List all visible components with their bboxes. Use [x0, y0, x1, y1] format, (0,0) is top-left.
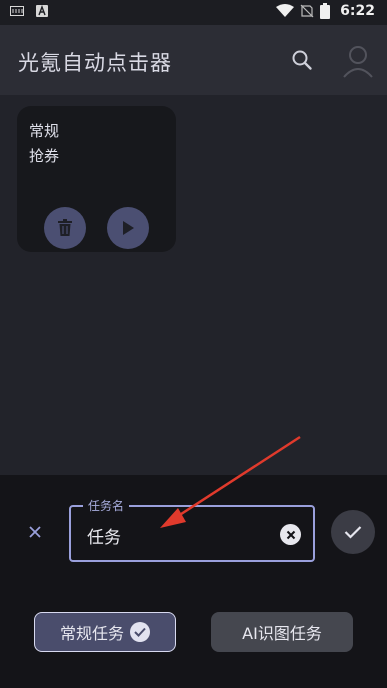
close-icon [29, 526, 41, 538]
app-title: 光氪自动点击器 [18, 51, 172, 75]
check-icon [344, 526, 362, 539]
task-card[interactable]: 常规 抢券 [17, 106, 176, 252]
normal-task-option[interactable]: 常规任务 [34, 612, 176, 652]
trash-icon [58, 219, 72, 236]
no-sim-icon [300, 4, 314, 18]
a-notification-icon [36, 5, 48, 17]
ai-task-label: AI识图任务 [242, 624, 322, 643]
task-card-type: 常规 [29, 122, 60, 140]
clear-icon [286, 530, 295, 539]
app-bar: 光氪自动点击器 [0, 25, 387, 95]
clear-input-button[interactable] [280, 524, 301, 545]
clock: 6:22 [340, 3, 375, 19]
search-icon[interactable] [291, 49, 313, 71]
wifi-icon [276, 4, 295, 17]
task-name-field[interactable]: 任务名 [69, 497, 315, 562]
normal-task-label: 常规任务 [59, 624, 124, 643]
task-name-input[interactable] [87, 525, 267, 545]
battery-icon [320, 3, 331, 19]
ai-recognition-task-option[interactable]: AI识图任务 [211, 612, 353, 652]
run-task-button[interactable] [107, 207, 149, 249]
play-icon [123, 221, 134, 235]
close-editor-button[interactable] [24, 521, 46, 543]
delete-task-button[interactable] [44, 207, 86, 249]
task-name-label: 任务名 [83, 497, 130, 514]
task-editor-sheet: 任务名 常规任务 AI识图任务 [0, 475, 387, 688]
user-avatar-icon [343, 46, 373, 78]
status-bar: 6:22 [0, 0, 387, 25]
confirm-button[interactable] [331, 510, 375, 554]
task-card-name: 抢券 [29, 147, 60, 165]
selected-check-icon [130, 622, 150, 642]
sim-icon [10, 6, 24, 16]
